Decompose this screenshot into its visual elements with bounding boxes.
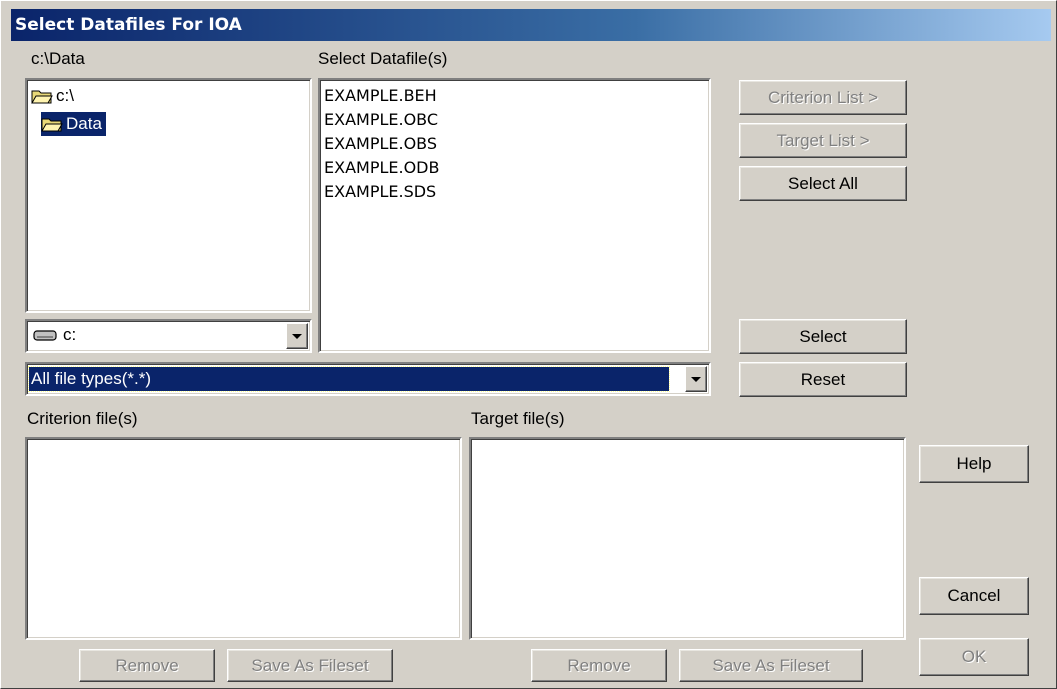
current-path-label: c:\Data — [31, 49, 85, 68]
drive-value: c: — [63, 325, 77, 344]
drive-icon — [33, 330, 57, 341]
window-title: Select Datafiles For IOA — [15, 15, 242, 35]
list-item[interactable]: EXAMPLE.OBC — [324, 108, 439, 132]
target-save-as-fileset-button[interactable]: Save As Fileset — [679, 649, 863, 682]
datafile-list-label: Select Datafile(s) — [318, 49, 448, 68]
criterion-files-label: Criterion file(s) — [27, 409, 138, 428]
open-folder-icon — [41, 118, 63, 132]
tree-item-label: c:\ — [56, 86, 74, 105]
file-type-combo[interactable]: All file types(*.*) — [25, 362, 711, 396]
select-datafiles-dialog: Select Datafiles For IOA c:\Data c:\ Dat… — [0, 0, 1057, 689]
target-remove-button[interactable]: Remove — [531, 649, 667, 682]
criterion-save-as-fileset-button[interactable]: Save As Fileset — [227, 649, 393, 682]
target-file-list[interactable] — [469, 437, 906, 640]
datafile-list[interactable]: EXAMPLE.BEH EXAMPLE.OBC EXAMPLE.OBS EXAM… — [318, 78, 711, 353]
criterion-remove-button[interactable]: Remove — [79, 649, 215, 682]
chevron-down-icon — [691, 376, 701, 382]
cancel-button[interactable]: Cancel — [919, 577, 1029, 615]
drive-dropdown-button[interactable] — [286, 323, 308, 349]
drive-combo[interactable]: c: — [25, 319, 312, 353]
criterion-file-list[interactable] — [25, 437, 462, 640]
select-all-button[interactable]: Select All — [739, 166, 907, 201]
chevron-down-icon — [292, 333, 302, 339]
title-bar[interactable]: Select Datafiles For IOA — [11, 9, 1051, 41]
list-item[interactable]: EXAMPLE.SDS — [324, 180, 439, 204]
criterion-list-button[interactable]: Criterion List > — [739, 80, 907, 115]
ok-button[interactable]: OK — [919, 638, 1029, 676]
file-type-value: All file types(*.*) — [28, 366, 670, 392]
tree-item-root[interactable]: c:\ — [31, 84, 78, 108]
tree-item-data[interactable]: Data — [41, 112, 106, 136]
select-button[interactable]: Select — [739, 319, 907, 354]
tree-item-label: Data — [66, 114, 102, 133]
open-folder-icon — [31, 90, 53, 104]
help-button[interactable]: Help — [919, 445, 1029, 483]
target-list-button[interactable]: Target List > — [739, 123, 907, 158]
file-type-dropdown-button[interactable] — [685, 366, 707, 392]
list-item[interactable]: EXAMPLE.OBS — [324, 132, 439, 156]
reset-button[interactable]: Reset — [739, 362, 907, 397]
folder-tree[interactable]: c:\ Data — [25, 78, 312, 313]
list-item[interactable]: EXAMPLE.ODB — [324, 156, 439, 180]
list-item[interactable]: EXAMPLE.BEH — [324, 84, 439, 108]
target-files-label: Target file(s) — [471, 409, 565, 428]
